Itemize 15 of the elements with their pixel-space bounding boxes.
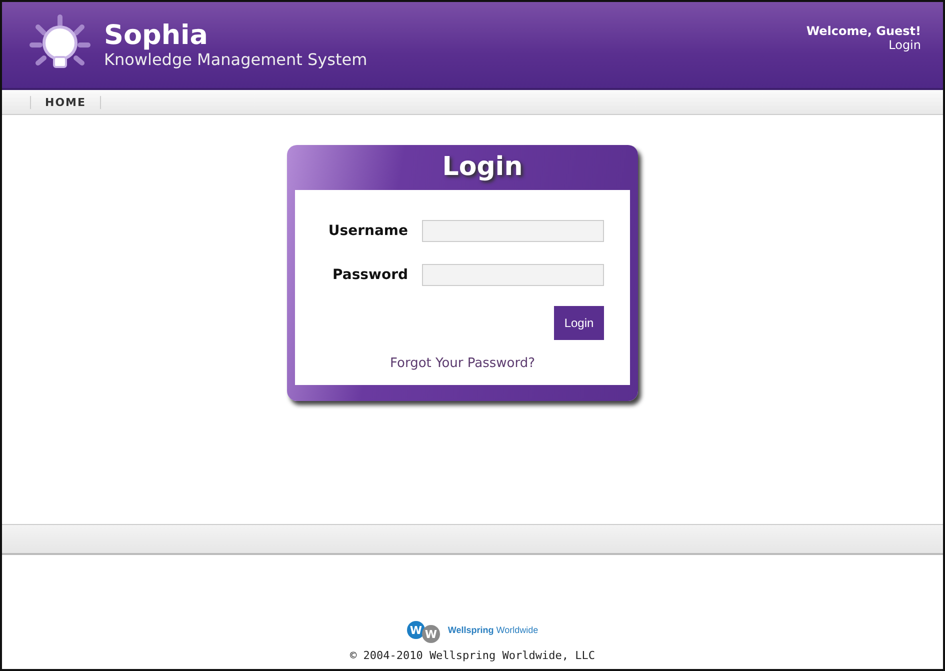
input-field[interactable] (422, 264, 604, 286)
login-link[interactable]: Login (888, 38, 921, 52)
login-heading: Login (441, 151, 524, 184)
input-field[interactable] (422, 220, 604, 242)
wellspring-logo: W W (406, 617, 440, 643)
field-label: Password (332, 267, 408, 283)
welcome-text: Welcome, Guest! (806, 24, 921, 38)
company-name: Wellspring Worldwide (448, 625, 538, 635)
nav-tab[interactable]: HOME (30, 96, 102, 108)
field-label: Username (328, 223, 408, 239)
copyright-text: © 2004-2010 Wellspring Worldwide, LLC (350, 649, 596, 662)
app-title: Sophia (104, 22, 210, 50)
login-button[interactable]: Login (554, 306, 604, 340)
forgot-password-link[interactable]: Forgot Your Password? (321, 356, 604, 371)
app-subtitle: Knowledge Management System (104, 50, 368, 68)
